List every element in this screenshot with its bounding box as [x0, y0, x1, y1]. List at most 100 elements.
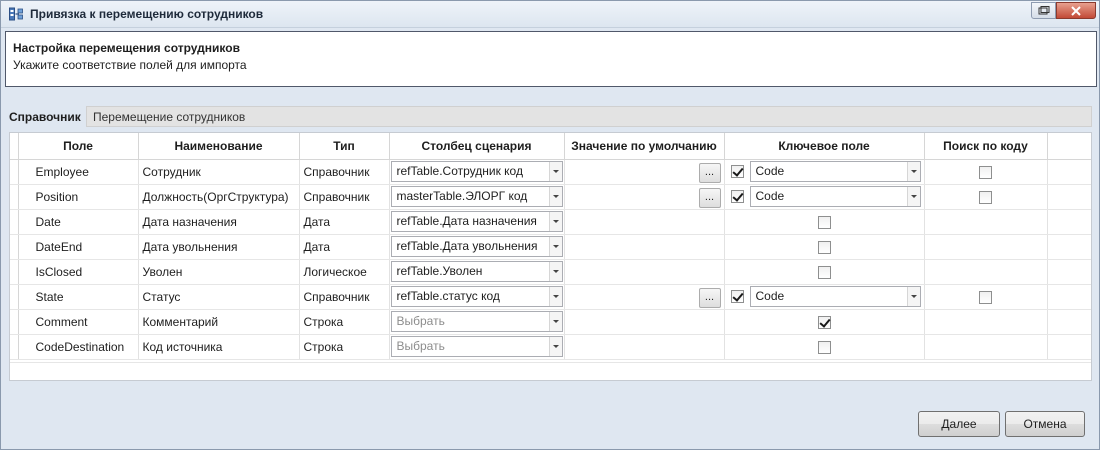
table-row[interactable]: Employee Сотрудник Справочник refTable.Сотр… — [10, 159, 1091, 185]
cell-name: Сотрудник — [138, 159, 300, 185]
table-row[interactable]: IsClosed Уволен Логическое refTable.Уволен — [10, 259, 1091, 285]
key-field-checkbox[interactable] — [817, 215, 831, 229]
cell-name: Уволен — [138, 259, 300, 285]
cell-search-by-code — [924, 284, 1048, 310]
script-column-value: Выбрать — [396, 314, 445, 328]
cell-script-column: refTable.Сотрудник код — [389, 159, 565, 185]
dropdown-arrow-icon[interactable] — [548, 312, 562, 331]
script-column-select[interactable]: refTable.Уволен — [390, 261, 563, 282]
cell-filler — [1047, 259, 1091, 285]
key-field-checkbox[interactable] — [730, 290, 744, 303]
grid-footer — [10, 362, 1091, 380]
key-field-select[interactable]: Code — [749, 161, 921, 182]
dropdown-arrow-icon[interactable] — [548, 337, 562, 356]
dropdown-arrow-icon[interactable] — [906, 162, 920, 181]
key-field-checkbox[interactable] — [817, 240, 831, 254]
script-column-value: refTable.Сотрудник код — [396, 164, 523, 178]
cell-type: Справочник — [299, 184, 390, 210]
script-column-select[interactable]: Выбрать — [390, 311, 563, 332]
cell-script-column: Выбрать — [389, 309, 565, 335]
column-header-filler — [1047, 133, 1091, 160]
row-indicator — [10, 209, 19, 235]
table-row[interactable]: DateEnd Дата увольнения Дата refTable.Дата … — [10, 234, 1091, 260]
default-value-browse-button[interactable]: ... — [698, 187, 721, 208]
default-value-browse-button[interactable]: ... — [698, 287, 721, 308]
cell-field: Employee — [18, 159, 139, 185]
cell-name: Должность(ОргСтруктура) — [138, 184, 300, 210]
script-column-select[interactable]: masterTable.ЭЛОРГ код — [390, 186, 563, 207]
table-row[interactable]: State Статус Справочник refTable.статус код… — [10, 284, 1091, 310]
cell-default-value: ... — [564, 159, 725, 185]
key-field-checkbox[interactable] — [817, 265, 831, 279]
dropdown-arrow-icon[interactable] — [548, 212, 562, 231]
key-field-select[interactable]: Code — [749, 286, 921, 307]
cell-key-field — [724, 209, 925, 235]
mapping-panel: Справочник Перемещение сотрудников Поле … — [5, 101, 1097, 381]
header-subtitle: Укажите соответствие полей для импорта — [13, 58, 247, 72]
key-field-checkbox[interactable] — [817, 315, 831, 329]
dropdown-arrow-icon[interactable] — [548, 237, 562, 256]
cell-filler — [1047, 334, 1091, 360]
key-field-select[interactable]: Code — [749, 186, 921, 207]
table-row[interactable]: Date Дата назначения Дата refTable.Дата наз… — [10, 209, 1091, 235]
close-button[interactable] — [1056, 2, 1096, 19]
next-button[interactable]: Далее — [918, 411, 1000, 437]
key-field-checkbox[interactable] — [730, 190, 744, 203]
row-indicator — [10, 234, 19, 260]
reference-field: Перемещение сотрудников — [86, 106, 1092, 127]
column-header-field[interactable]: Поле — [18, 133, 139, 160]
script-column-value: refTable.Дата увольнения — [396, 239, 538, 253]
cell-filler — [1047, 159, 1091, 185]
cell-search-by-code — [924, 234, 1048, 260]
row-indicator — [10, 334, 19, 360]
row-indicator — [10, 284, 19, 310]
key-field-value: Code — [755, 189, 785, 203]
dropdown-arrow-icon[interactable] — [906, 187, 920, 206]
row-indicator — [10, 259, 19, 285]
search-by-code-checkbox[interactable] — [979, 190, 992, 204]
cell-default-value: ... — [564, 184, 725, 210]
script-column-select[interactable]: refTable.Дата назначения — [390, 211, 563, 232]
cell-type: Логическое — [299, 259, 390, 285]
key-field-checkbox[interactable] — [817, 340, 831, 354]
restore-button[interactable] — [1031, 2, 1056, 19]
column-header-name[interactable]: Наименование — [138, 133, 300, 160]
cell-filler — [1047, 284, 1091, 310]
cell-search-by-code — [924, 209, 1048, 235]
default-value-browse-button[interactable]: ... — [698, 162, 721, 183]
cell-default-value: ... — [564, 284, 725, 310]
cell-type: Строка — [299, 309, 390, 335]
dropdown-arrow-icon[interactable] — [906, 287, 920, 306]
table-row[interactable]: Position Должность(ОргСтруктура) Справочни… — [10, 184, 1091, 210]
dropdown-arrow-icon[interactable] — [548, 187, 562, 206]
dropdown-arrow-icon[interactable] — [548, 262, 562, 281]
column-header-script-column[interactable]: Столбец сценария — [389, 133, 565, 160]
column-header-default-value[interactable]: Значение по умолчанию — [564, 133, 725, 160]
script-column-select[interactable]: refTable.статус код — [390, 286, 563, 307]
dropdown-arrow-icon[interactable] — [548, 287, 562, 306]
search-by-code-checkbox[interactable] — [979, 290, 992, 304]
cell-search-by-code — [924, 184, 1048, 210]
table-header-row: Поле Наименование Тип Столбец сценария З… — [10, 133, 1091, 160]
header-title: Настройка перемещения сотрудников — [13, 41, 240, 55]
cell-key-field: Code — [724, 159, 925, 185]
cell-default-value — [564, 234, 725, 260]
column-header-search-by-code[interactable]: Поиск по коду — [924, 133, 1048, 160]
cancel-button[interactable]: Отмена — [1005, 411, 1085, 437]
cell-filler — [1047, 234, 1091, 260]
script-column-value: refTable.Дата назначения — [396, 214, 537, 228]
key-field-group: Code — [729, 186, 924, 207]
title-bar[interactable]: Привязка к перемещению сотрудников — [1, 1, 1099, 28]
table-row[interactable]: Comment Комментарий Строка Выбрать — [10, 309, 1091, 335]
script-column-select[interactable]: refTable.Сотрудник код — [390, 161, 563, 182]
dropdown-arrow-icon[interactable] — [548, 162, 562, 181]
column-header-type[interactable]: Тип — [299, 133, 390, 160]
search-by-code-checkbox[interactable] — [979, 165, 992, 179]
column-header-key-field[interactable]: Ключевое поле — [724, 133, 925, 160]
table-row[interactable]: CodeDestination Код источника Строка Выбрат… — [10, 334, 1091, 360]
cell-script-column: Выбрать — [389, 334, 565, 360]
key-field-checkbox[interactable] — [730, 165, 744, 178]
script-column-select[interactable]: Выбрать — [390, 336, 563, 357]
key-field-group: Code — [729, 161, 924, 182]
script-column-select[interactable]: refTable.Дата увольнения — [390, 236, 563, 257]
